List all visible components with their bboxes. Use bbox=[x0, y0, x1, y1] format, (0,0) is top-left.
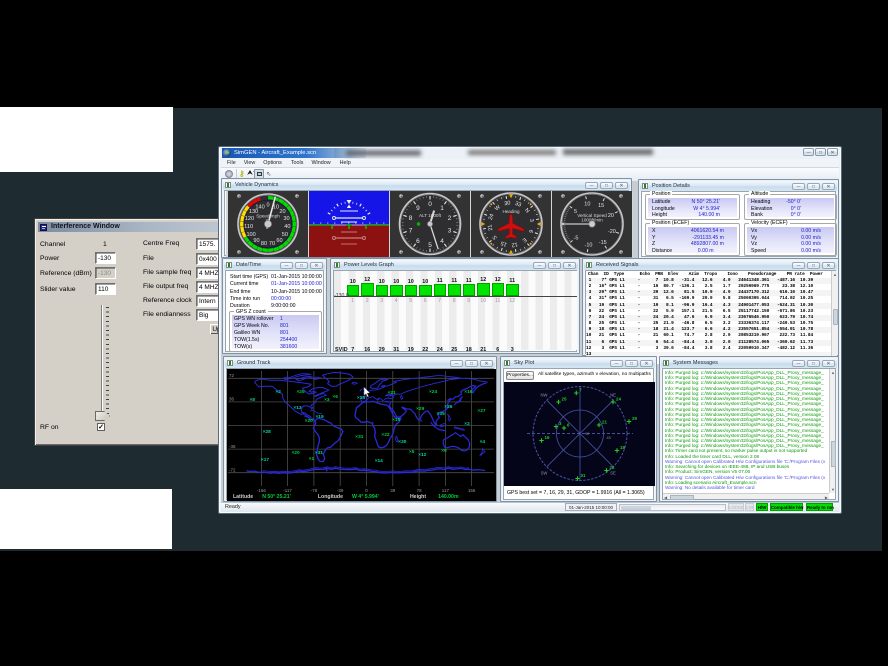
svg-text:12: 12 bbox=[511, 241, 518, 248]
svg-text:80: 80 bbox=[261, 241, 267, 247]
svg-text:Heading: Heading bbox=[502, 209, 520, 214]
svg-text:-5: -5 bbox=[574, 236, 579, 242]
svg-text:90: 90 bbox=[585, 432, 589, 436]
svg-text:120: 120 bbox=[245, 216, 254, 222]
svg-text:6: 6 bbox=[416, 238, 420, 245]
svg-text:140: 140 bbox=[255, 204, 264, 210]
svg-text:-10: -10 bbox=[585, 243, 593, 249]
svg-text:3: 3 bbox=[448, 228, 452, 235]
svg-text:8: 8 bbox=[409, 215, 413, 222]
svg-text:50: 50 bbox=[282, 232, 288, 238]
svg-text:22: 22 bbox=[610, 465, 615, 470]
svg-text:0: 0 bbox=[266, 203, 269, 209]
svg-text:4: 4 bbox=[440, 238, 444, 245]
svg-text:9: 9 bbox=[416, 205, 420, 212]
svg-text:SW: SW bbox=[541, 471, 548, 476]
svg-text:90: 90 bbox=[253, 238, 259, 244]
svg-text:21: 21 bbox=[602, 420, 607, 425]
svg-text:30: 30 bbox=[283, 216, 289, 222]
svg-text:20: 20 bbox=[279, 209, 285, 215]
svg-text:25: 25 bbox=[562, 397, 567, 402]
svg-text:0: 0 bbox=[428, 201, 432, 208]
svg-text:-15: -15 bbox=[599, 240, 607, 246]
svg-text:100: 100 bbox=[246, 232, 255, 238]
svg-text:40: 40 bbox=[284, 224, 290, 230]
svg-text:ALT 1000ft: ALT 1000ft bbox=[419, 213, 442, 218]
svg-text:21: 21 bbox=[487, 224, 494, 231]
svg-text:110: 110 bbox=[244, 224, 253, 230]
svg-text:SE: SE bbox=[610, 471, 616, 476]
svg-text:30: 30 bbox=[504, 200, 511, 207]
svg-text:24: 24 bbox=[616, 397, 621, 402]
svg-text:-20: -20 bbox=[608, 229, 616, 235]
svg-text:70: 70 bbox=[269, 241, 275, 247]
svg-text:NW: NW bbox=[541, 393, 548, 398]
svg-text:5: 5 bbox=[428, 242, 432, 249]
svg-text:29: 29 bbox=[632, 416, 637, 421]
svg-text:7: 7 bbox=[409, 228, 413, 235]
svg-text:31: 31 bbox=[581, 473, 586, 478]
svg-text:1: 1 bbox=[440, 205, 444, 212]
svg-text:10: 10 bbox=[584, 202, 590, 208]
svg-text:20: 20 bbox=[608, 213, 614, 219]
svg-text:18: 18 bbox=[620, 445, 625, 450]
svg-text:15: 15 bbox=[598, 203, 604, 209]
svg-text:16: 16 bbox=[545, 435, 550, 440]
svg-text:45: 45 bbox=[607, 436, 611, 440]
svg-text:60: 60 bbox=[276, 238, 282, 244]
svg-text:2: 2 bbox=[448, 215, 452, 222]
